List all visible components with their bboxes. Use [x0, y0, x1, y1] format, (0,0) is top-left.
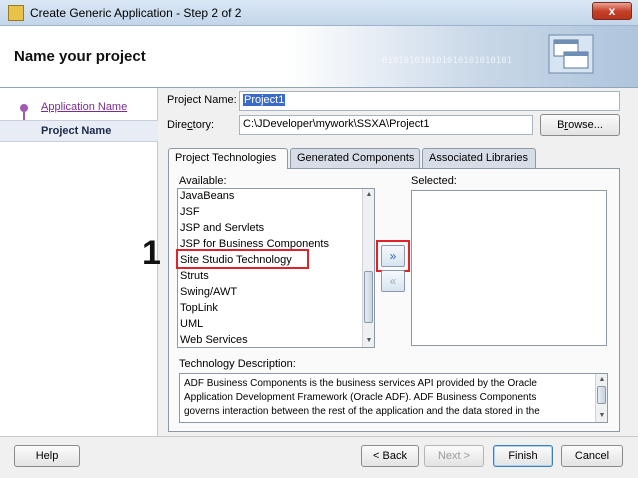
directory-label: Directory: [167, 119, 215, 131]
tab-project-technologies[interactable]: Project Technologies [168, 148, 288, 169]
directory-input[interactable]: C:\JDeveloper\mywork\SSXA\Project1 [239, 115, 533, 135]
list-item[interactable]: TopLink [180, 300, 218, 316]
list-item[interactable]: Web Services [180, 332, 248, 347]
next-button[interactable]: Next > [424, 445, 484, 467]
list-item[interactable]: Struts [180, 268, 209, 284]
highlight-box-technology [176, 249, 309, 269]
callout-number-1: 1 [142, 234, 161, 272]
project-name-label: Project Name: [167, 94, 237, 106]
highlight-box-add-button [376, 240, 410, 272]
selected-label: Selected: [411, 175, 457, 187]
project-name-value: Project1 [243, 94, 286, 106]
tab-associated-libraries[interactable]: Associated Libraries [422, 148, 536, 168]
window-titlebar: Create Generic Application - Step 2 of 2… [0, 0, 638, 26]
list-item[interactable]: JavaBeans [180, 189, 234, 204]
scroll-down-icon[interactable]: ▼ [364, 336, 374, 346]
close-window-button[interactable]: x [592, 2, 632, 20]
scroll-thumb[interactable] [364, 271, 373, 323]
scroll-down-icon[interactable]: ▼ [597, 411, 607, 421]
technology-description-text: ADF Business Components is the business … [179, 373, 608, 423]
finish-button[interactable]: Finish [493, 445, 553, 467]
wizard-windows-icon [548, 34, 594, 74]
project-name-input[interactable]: Project1 [239, 91, 620, 111]
list-item[interactable]: JSF [180, 204, 200, 220]
wizard-steps-nav: Application Name Project Name [0, 88, 158, 436]
description-line: Application Development Framework (Oracl… [184, 392, 537, 403]
available-list-scrollbar[interactable]: ▲ ▼ [362, 189, 374, 347]
scroll-up-icon[interactable]: ▲ [364, 190, 374, 200]
scroll-up-icon[interactable]: ▲ [597, 375, 607, 385]
wizard-header: Name your project 0101010101010101010101… [0, 26, 638, 88]
browse-button[interactable]: Browse... [540, 114, 620, 136]
technology-description-label: Technology Description: [179, 358, 296, 370]
selected-technologies-list[interactable] [411, 190, 607, 346]
nav-item-application-name[interactable]: Application Name [0, 97, 158, 130]
nav-item-label: Application Name [41, 101, 128, 113]
nav-item-label: Project Name [41, 125, 112, 137]
nav-item-project-name[interactable]: Project Name [0, 120, 158, 142]
description-line: governs interaction between the rest of … [184, 406, 540, 417]
list-item[interactable]: UML [180, 316, 203, 332]
back-button[interactable]: < Back [361, 445, 419, 467]
help-button[interactable]: Help [14, 445, 80, 467]
description-line: ADF Business Components is the business … [184, 378, 537, 389]
remove-technology-button[interactable]: « [381, 270, 405, 292]
scroll-thumb[interactable] [597, 386, 606, 404]
cancel-button[interactable]: Cancel [561, 445, 623, 467]
app-icon [8, 5, 24, 21]
list-item[interactable]: JSP and Servlets [180, 220, 264, 236]
footer-divider [0, 436, 638, 437]
binary-pattern: 010101010101010101010101 [382, 56, 513, 66]
description-scrollbar[interactable]: ▲ ▼ [595, 374, 607, 422]
step-dot-icon [20, 104, 28, 112]
list-item[interactable]: Swing/AWT [180, 284, 237, 300]
page-title: Name your project [14, 48, 146, 65]
window-title: Create Generic Application - Step 2 of 2 [30, 6, 242, 20]
available-label: Available: [179, 175, 227, 187]
tab-generated-components[interactable]: Generated Components [290, 148, 420, 168]
